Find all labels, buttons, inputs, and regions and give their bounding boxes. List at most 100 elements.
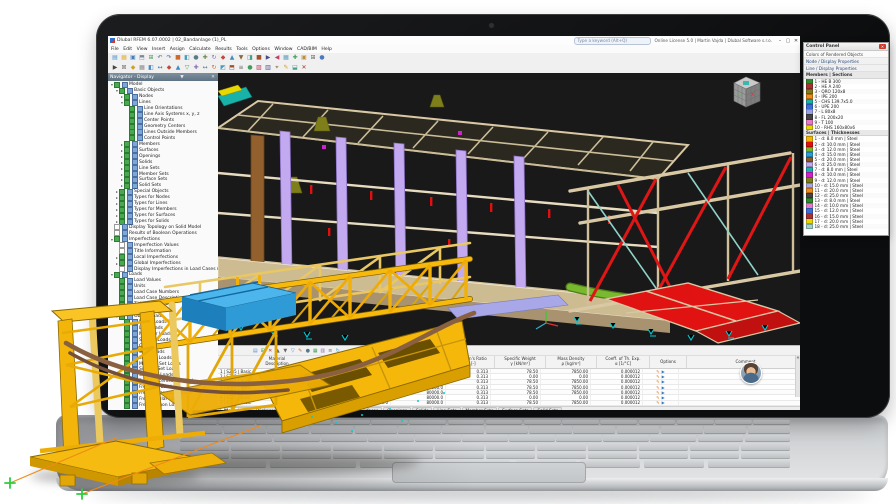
- measure-icon[interactable]: ⌖: [273, 64, 281, 72]
- rotate-icon[interactable]: ↻: [210, 64, 218, 72]
- new-model-icon[interactable]: ▤: [111, 54, 119, 62]
- menu-view[interactable]: View: [137, 47, 148, 52]
- numbering-icon[interactable]: ≡: [237, 64, 245, 72]
- mesh-icon[interactable]: ▦: [282, 54, 290, 62]
- snap-icon[interactable]: ◆: [129, 64, 137, 72]
- panel-link-1[interactable]: Line / Display Properties: [804, 65, 888, 72]
- table-tab-solid-sets[interactable]: Solid Sets: [533, 407, 563, 410]
- render-icon[interactable]: ■: [174, 54, 182, 62]
- material-link-icon[interactable]: ▶: [662, 369, 665, 374]
- zoom-icon[interactable]: ●: [192, 54, 200, 62]
- search-input[interactable]: Type a keyword (Alt+Q): [573, 36, 651, 45]
- edit-material-icon[interactable]: ✎: [656, 369, 659, 374]
- help-icon[interactable]: ●: [318, 54, 326, 62]
- load-tool-icon[interactable]: ◀: [273, 54, 281, 62]
- column-header-specific-weight[interactable]: Specific Weight γ [kN/m³]: [495, 356, 546, 368]
- results-icon[interactable]: ▣: [300, 54, 308, 62]
- edit-line-icon[interactable]: ▲: [174, 64, 182, 72]
- menu-cadbim[interactable]: CAD/BIM: [297, 47, 317, 52]
- select-icon[interactable]: ▶: [111, 64, 119, 72]
- maximize-button[interactable]: ▢: [784, 38, 792, 44]
- keyboard-key: [747, 426, 790, 433]
- surface-tool-icon[interactable]: ◨: [246, 54, 254, 62]
- keyboard-key: [638, 420, 676, 424]
- grid-icon[interactable]: ▦: [138, 64, 146, 72]
- solid-tool-icon[interactable]: ■: [255, 54, 263, 62]
- divide-icon[interactable]: ▽: [183, 64, 191, 72]
- layers-icon[interactable]: ⬓: [291, 64, 299, 72]
- table-cell: 0.000012: [591, 395, 643, 401]
- rotate-view-icon[interactable]: ↻: [210, 54, 218, 62]
- material-link-icon[interactable]: ▶: [662, 374, 665, 379]
- visibility-icon[interactable]: ●: [246, 64, 254, 72]
- dimension-icon[interactable]: ↔: [156, 64, 164, 72]
- extrude-icon[interactable]: ⬒: [228, 64, 236, 72]
- edit-material-icon[interactable]: ✎: [656, 395, 659, 400]
- keyboard-key: [580, 460, 640, 467]
- column-header-options[interactable]: Options: [650, 356, 687, 368]
- keyboard-key: [704, 426, 747, 433]
- material-link-icon[interactable]: ▶: [662, 400, 665, 405]
- edit-node-icon[interactable]: ◆: [165, 64, 173, 72]
- minimize-button[interactable]: –: [776, 38, 784, 44]
- navigator-close-icon[interactable]: ✕: [210, 75, 216, 80]
- copy-icon[interactable]: ⊞: [147, 54, 155, 62]
- save-icon[interactable]: ▣: [129, 54, 137, 62]
- workplane-icon[interactable]: ◧: [147, 64, 155, 72]
- member-tool-icon[interactable]: ▼: [237, 54, 245, 62]
- edit-material-icon[interactable]: ✎: [656, 400, 659, 405]
- keyboard-key: [740, 443, 790, 450]
- pan-icon[interactable]: ✚: [201, 54, 209, 62]
- undo-icon[interactable]: ↶: [156, 54, 164, 62]
- menu-help[interactable]: Help: [321, 47, 331, 52]
- move-icon[interactable]: ↔: [201, 64, 209, 72]
- menu-results[interactable]: Results: [215, 47, 232, 52]
- panel-color-item[interactable]: 18 - d: 25.0 mm | Steel: [804, 223, 888, 229]
- redo-icon[interactable]: ↷: [165, 54, 173, 62]
- keyboard-key: [562, 420, 599, 424]
- panel-link-0[interactable]: Node / Display Properties: [804, 58, 888, 65]
- menu-calculate[interactable]: Calculate: [189, 47, 210, 52]
- select-window-icon[interactable]: ⊠: [120, 64, 128, 72]
- material-link-icon[interactable]: ▶: [662, 379, 665, 384]
- navigator-pin-icon[interactable]: ▼: [179, 75, 185, 80]
- menu-edit[interactable]: Edit: [123, 47, 132, 52]
- edit-material-icon[interactable]: ✎: [656, 385, 659, 390]
- line-tool-icon[interactable]: ▲: [228, 54, 236, 62]
- close-button[interactable]: ✕: [792, 38, 800, 44]
- table-scrollbar[interactable]: ▲: [795, 355, 800, 397]
- clipping-icon[interactable]: ▨: [255, 64, 263, 72]
- keyboard-key: [603, 434, 649, 442]
- connect-icon[interactable]: ✚: [192, 64, 200, 72]
- print-icon[interactable]: ⬒: [138, 54, 146, 62]
- column-header-coeff-of-th-exp-[interactable]: Coeff. of Th. Exp. α [1/°C]: [597, 356, 650, 368]
- open-icon[interactable]: ▦: [120, 54, 128, 62]
- menu-options[interactable]: Options: [252, 47, 270, 52]
- support-tool-icon[interactable]: ▶: [264, 54, 272, 62]
- material-link-icon[interactable]: ▶: [662, 395, 665, 400]
- delete-icon[interactable]: ✕: [300, 64, 308, 72]
- notes-icon[interactable]: ✎: [282, 64, 290, 72]
- panel-close-button[interactable]: ✕: [879, 44, 886, 49]
- edit-material-icon[interactable]: ✎: [656, 379, 659, 384]
- mirror-icon[interactable]: ◩: [219, 64, 227, 72]
- menu-tools[interactable]: Tools: [236, 47, 247, 52]
- calculate-icon[interactable]: ✚: [291, 54, 299, 62]
- menu-file[interactable]: File: [111, 47, 119, 52]
- material-link-icon[interactable]: ▶: [662, 390, 665, 395]
- material-link-icon[interactable]: ▶: [662, 385, 665, 390]
- color-swatch: [806, 223, 813, 229]
- column-header-mass-density[interactable]: Mass Density ρ [kg/m³]: [546, 356, 597, 368]
- table-tab-surface-sets[interactable]: Surface Sets: [498, 407, 533, 410]
- table-cell: 7850.00: [541, 368, 591, 374]
- view-3d-icon[interactable]: ◧: [183, 54, 191, 62]
- user-avatar[interactable]: [740, 362, 762, 384]
- table-icon[interactable]: ⊞: [309, 54, 317, 62]
- menu-insert[interactable]: Insert: [152, 47, 165, 52]
- section-icon[interactable]: ▥: [264, 64, 272, 72]
- edit-material-icon[interactable]: ✎: [656, 374, 659, 379]
- edit-material-icon[interactable]: ✎: [656, 390, 659, 395]
- menu-assign[interactable]: Assign: [170, 47, 185, 52]
- menu-window[interactable]: Window: [274, 47, 292, 52]
- node-tool-icon[interactable]: ◆: [219, 54, 227, 62]
